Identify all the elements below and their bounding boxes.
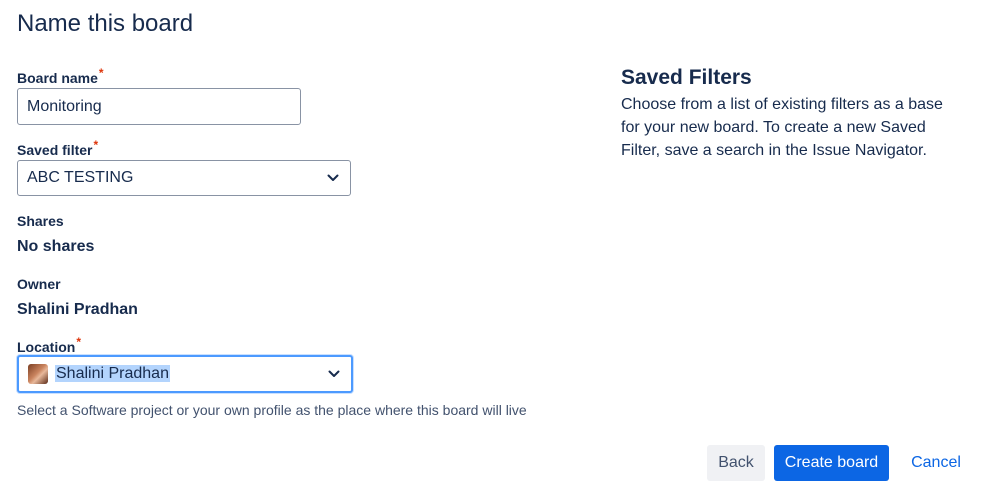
owner-value: Shalini Pradhan xyxy=(17,301,138,318)
location-value-text: Shalini Pradhan xyxy=(55,365,170,382)
chevron-down-icon xyxy=(325,170,341,186)
saved-filter-label: Saved filter* xyxy=(17,138,98,158)
board-name-input[interactable] xyxy=(17,88,301,125)
dialog-title: Name this board xyxy=(17,10,194,37)
location-value: Shalini Pradhan xyxy=(55,365,326,383)
cancel-button[interactable]: Cancel xyxy=(899,445,973,481)
saved-filter-value: ABC TESTING xyxy=(27,169,134,186)
create-board-button[interactable]: Create board xyxy=(774,445,889,481)
saved-filters-description: Choose from a list of existing filters a… xyxy=(621,96,943,159)
saved-filters-heading: Saved Filters xyxy=(621,66,752,89)
saved-filter-select[interactable]: ABC TESTING xyxy=(17,160,351,196)
required-mark: * xyxy=(93,138,99,152)
owner-label: Owner xyxy=(17,276,61,292)
board-name-label: Board name* xyxy=(17,66,104,86)
back-button[interactable]: Back xyxy=(707,445,765,481)
required-mark: * xyxy=(98,66,104,80)
location-label: Location* xyxy=(17,335,81,355)
shares-value: No shares xyxy=(17,238,95,255)
board-name-label-text: Board name xyxy=(17,70,98,86)
shares-label: Shares xyxy=(17,213,64,229)
location-help-text: Select a Software project or your own pr… xyxy=(17,402,527,418)
saved-filter-label-text: Saved filter xyxy=(17,142,93,158)
user-avatar xyxy=(28,364,48,384)
location-select[interactable]: Shalini Pradhan xyxy=(17,355,353,393)
location-label-text: Location xyxy=(17,339,76,355)
chevron-down-icon xyxy=(326,366,342,382)
required-mark: * xyxy=(76,335,82,349)
